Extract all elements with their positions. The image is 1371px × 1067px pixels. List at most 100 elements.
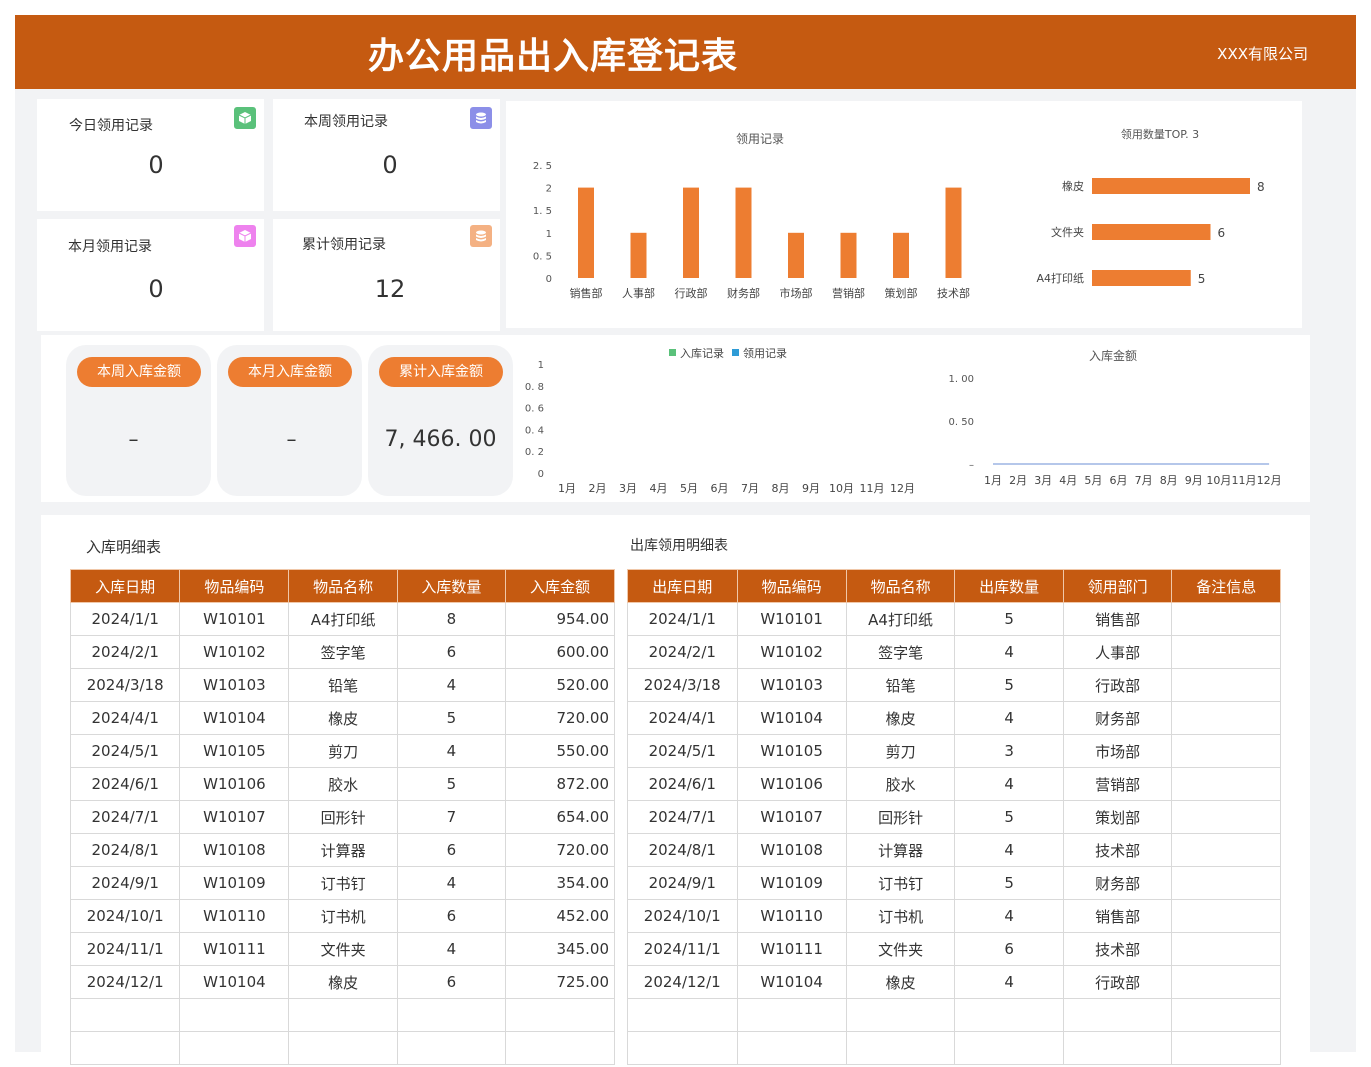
table-cell[interactable]: W10107: [179, 800, 290, 834]
table-cell[interactable]: 2024/6/1: [69, 767, 181, 801]
table-cell[interactable]: 橡皮: [288, 701, 398, 735]
table-cell[interactable]: W10105: [179, 734, 290, 768]
table-cell[interactable]: 订书钉: [845, 866, 956, 900]
table-cell[interactable]: W10106: [736, 767, 847, 801]
table-cell[interactable]: 872.00: [504, 767, 616, 801]
table-cell[interactable]: 8: [396, 602, 506, 636]
table-cell[interactable]: [288, 1031, 398, 1065]
table-cell[interactable]: [1171, 899, 1281, 933]
table-cell[interactable]: 4: [954, 833, 1064, 867]
table-cell[interactable]: 订书机: [288, 899, 398, 933]
table-cell[interactable]: [1171, 800, 1281, 834]
table-cell[interactable]: 725.00: [504, 965, 616, 999]
table-cell[interactable]: 600.00: [504, 635, 616, 669]
table-cell[interactable]: 营销部: [1062, 767, 1173, 801]
table-cell[interactable]: 4: [954, 635, 1064, 669]
table-cell[interactable]: 销售部: [1062, 602, 1173, 636]
table-cell[interactable]: 4: [396, 668, 506, 702]
table-cell[interactable]: 技术部: [1062, 833, 1173, 867]
table-cell[interactable]: W10103: [179, 668, 290, 702]
table-cell[interactable]: 行政部: [1062, 965, 1173, 999]
table-cell[interactable]: 2024/10/1: [627, 899, 738, 933]
table-cell[interactable]: W10101: [179, 602, 290, 636]
table-cell[interactable]: W10104: [179, 701, 290, 735]
table-cell[interactable]: 铅笔: [288, 668, 398, 702]
table-cell[interactable]: [1062, 998, 1173, 1032]
table-cell[interactable]: W10102: [179, 635, 290, 669]
table-cell[interactable]: 720.00: [504, 701, 616, 735]
table-cell[interactable]: 2024/12/1: [69, 965, 181, 999]
table-cell[interactable]: 市场部: [1062, 734, 1173, 768]
table-cell[interactable]: [1171, 767, 1281, 801]
table-cell[interactable]: 策划部: [1062, 800, 1173, 834]
table-cell[interactable]: 954.00: [504, 602, 616, 636]
table-cell[interactable]: A4打印纸: [845, 602, 956, 636]
table-cell[interactable]: 6: [396, 833, 506, 867]
table-cell[interactable]: W10108: [736, 833, 847, 867]
table-cell[interactable]: 技术部: [1062, 932, 1173, 966]
table-cell[interactable]: 4: [396, 734, 506, 768]
table-cell[interactable]: 520.00: [504, 668, 616, 702]
table-cell[interactable]: 2024/12/1: [627, 965, 738, 999]
table-cell[interactable]: [504, 1031, 616, 1065]
table-cell[interactable]: 2024/8/1: [627, 833, 738, 867]
table-cell[interactable]: [627, 998, 738, 1032]
table-cell[interactable]: 4: [954, 767, 1064, 801]
table-cell[interactable]: W10102: [736, 635, 847, 669]
table-cell[interactable]: 2024/11/1: [69, 932, 181, 966]
table-cell[interactable]: [396, 998, 506, 1032]
table-cell[interactable]: 2024/5/1: [69, 734, 181, 768]
table-cell[interactable]: W10104: [736, 965, 847, 999]
table-cell[interactable]: W10104: [736, 701, 847, 735]
table-cell[interactable]: [1171, 1031, 1281, 1065]
table-cell[interactable]: 2024/1/1: [69, 602, 181, 636]
table-cell[interactable]: 订书钉: [288, 866, 398, 900]
table-cell[interactable]: W10108: [179, 833, 290, 867]
table-cell[interactable]: 2024/7/1: [627, 800, 738, 834]
table-cell[interactable]: [69, 998, 181, 1032]
table-cell[interactable]: [1171, 734, 1281, 768]
table-cell[interactable]: [179, 998, 290, 1032]
table-cell[interactable]: 5: [954, 668, 1064, 702]
table-cell[interactable]: 452.00: [504, 899, 616, 933]
table-cell[interactable]: 橡皮: [845, 701, 956, 735]
table-cell[interactable]: [627, 1031, 738, 1065]
table-cell[interactable]: W10111: [179, 932, 290, 966]
table-cell[interactable]: 回形针: [288, 800, 398, 834]
table-cell[interactable]: 4: [396, 866, 506, 900]
table-cell[interactable]: 4: [954, 965, 1064, 999]
table-cell[interactable]: 2024/8/1: [69, 833, 181, 867]
table-cell[interactable]: 6: [396, 635, 506, 669]
table-cell[interactable]: 4: [396, 932, 506, 966]
table-cell[interactable]: 2024/3/18: [627, 668, 738, 702]
table-cell[interactable]: 橡皮: [288, 965, 398, 999]
table-cell[interactable]: 6: [954, 932, 1064, 966]
table-cell[interactable]: 354.00: [504, 866, 616, 900]
table-cell[interactable]: W10110: [179, 899, 290, 933]
table-cell[interactable]: W10104: [179, 965, 290, 999]
table-cell[interactable]: 2024/11/1: [627, 932, 738, 966]
table-cell[interactable]: [504, 998, 616, 1032]
table-cell[interactable]: 铅笔: [845, 668, 956, 702]
table-cell[interactable]: W10106: [179, 767, 290, 801]
table-cell[interactable]: 剪刀: [288, 734, 398, 768]
table-cell[interactable]: [1171, 602, 1281, 636]
table-cell[interactable]: 文件夹: [845, 932, 956, 966]
table-cell[interactable]: [1171, 668, 1281, 702]
table-cell[interactable]: 人事部: [1062, 635, 1173, 669]
table-cell[interactable]: 6: [396, 899, 506, 933]
table-cell[interactable]: 剪刀: [845, 734, 956, 768]
table-cell[interactable]: 5: [396, 701, 506, 735]
table-cell[interactable]: W10110: [736, 899, 847, 933]
table-cell[interactable]: W10107: [736, 800, 847, 834]
table-cell[interactable]: [179, 1031, 290, 1065]
table-cell[interactable]: 胶水: [288, 767, 398, 801]
table-cell[interactable]: 5: [954, 800, 1064, 834]
table-cell[interactable]: W10105: [736, 734, 847, 768]
table-cell[interactable]: [1171, 866, 1281, 900]
table-cell[interactable]: [845, 1031, 956, 1065]
table-cell[interactable]: [954, 1031, 1064, 1065]
table-cell[interactable]: 2024/9/1: [627, 866, 738, 900]
table-cell[interactable]: [396, 1031, 506, 1065]
table-cell[interactable]: 销售部: [1062, 899, 1173, 933]
